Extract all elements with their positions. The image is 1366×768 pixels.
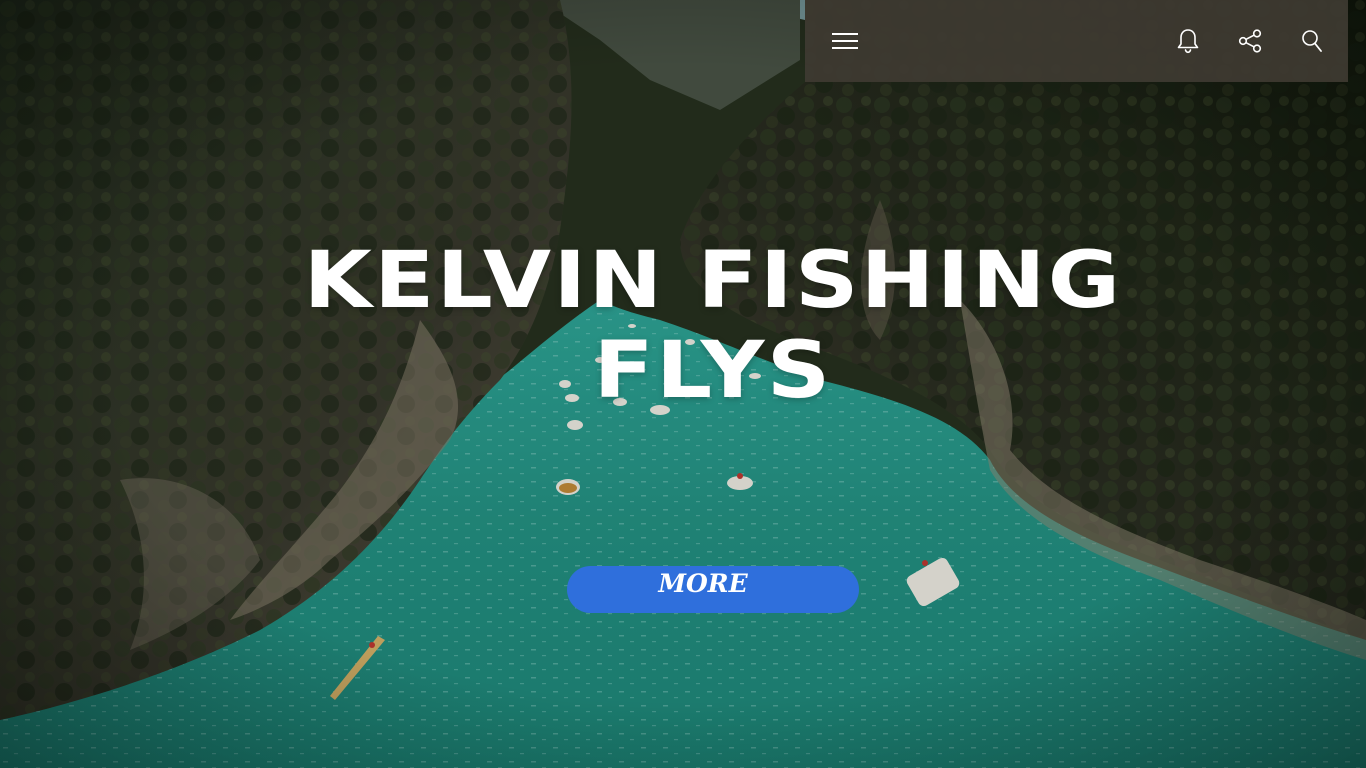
bell-icon	[1177, 29, 1199, 54]
notifications-button[interactable]	[1171, 24, 1205, 58]
search-icon	[1302, 30, 1322, 52]
search-button[interactable]	[1295, 24, 1329, 58]
menu-icon	[832, 33, 858, 49]
top-navigation-bar	[805, 0, 1348, 82]
menu-button[interactable]	[828, 24, 862, 58]
more-button-label: MORE	[658, 568, 748, 598]
hero-section: KELVIN FISHING FLYS MORE	[0, 0, 1366, 768]
share-icon	[1238, 29, 1262, 53]
share-button[interactable]	[1233, 24, 1267, 58]
more-button[interactable]: MORE	[567, 566, 859, 613]
hero-title: KELVIN FISHING FLYS	[303, 236, 1123, 416]
